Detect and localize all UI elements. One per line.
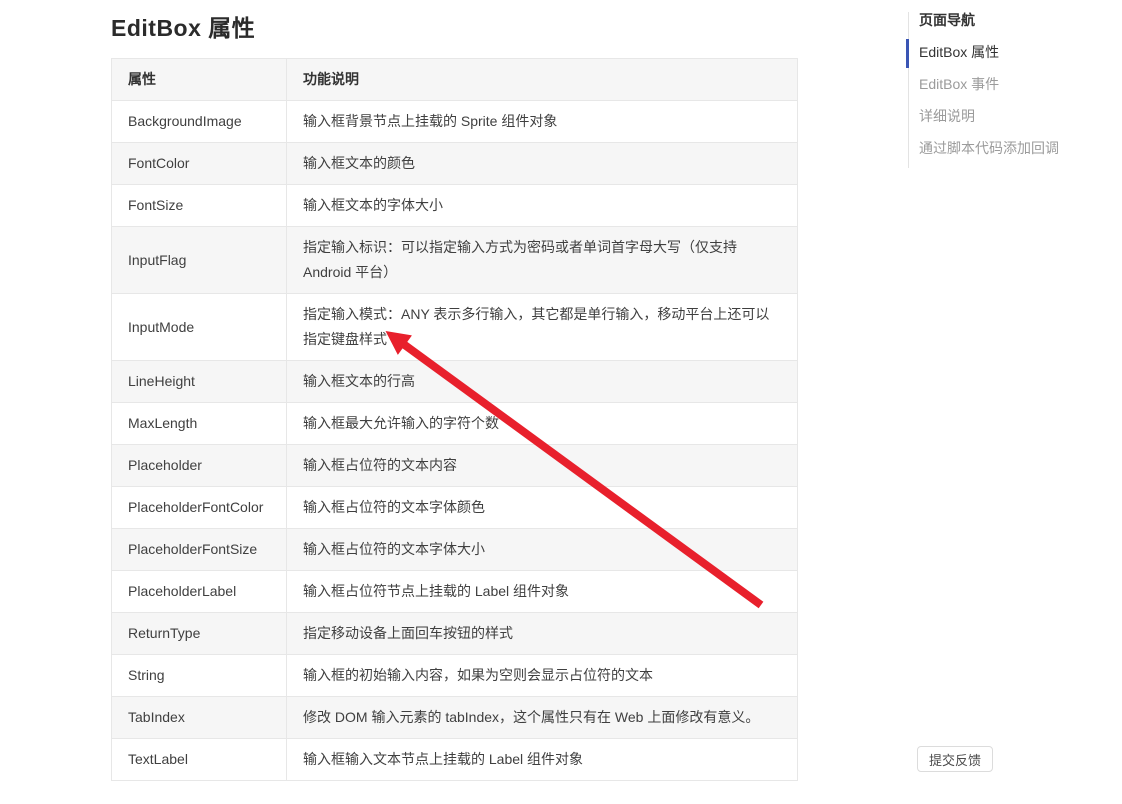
property-cell: MaxLength xyxy=(112,403,287,444)
description-cell: 输入框文本的颜色 xyxy=(287,143,797,184)
table-row: TextLabel 输入框输入文本节点上挂载的 Label 组件对象 xyxy=(112,738,797,780)
table-header-row: 属性 功能说明 xyxy=(112,59,797,100)
table-row: PlaceholderLabel 输入框占位符节点上挂载的 Label 组件对象 xyxy=(112,570,797,612)
table-row: BackgroundImage 输入框背景节点上挂载的 Sprite 组件对象 xyxy=(112,100,797,142)
page-nav: 页面导航 EditBox 属性 EditBox 事件 详细说明 通过脚本代码添加… xyxy=(919,4,1059,164)
description-cell: 输入框的初始输入内容，如果为空则会显示占位符的文本 xyxy=(287,655,797,696)
property-cell: String xyxy=(112,655,287,696)
table-row: MaxLength 输入框最大允许输入的字符个数 xyxy=(112,402,797,444)
page-title: EditBox 属性 xyxy=(111,9,255,43)
property-cell: PlaceholderFontSize xyxy=(112,529,287,570)
property-cell: BackgroundImage xyxy=(112,101,287,142)
description-cell: 输入框占位符节点上挂载的 Label 组件对象 xyxy=(287,571,797,612)
nav-item-editbox-events[interactable]: EditBox 事件 xyxy=(919,68,1059,100)
property-cell: TextLabel xyxy=(112,739,287,780)
nav-item-add-callback-via-script[interactable]: 通过脚本代码添加回调 xyxy=(919,132,1059,164)
property-cell: Placeholder xyxy=(112,445,287,486)
property-cell: PlaceholderLabel xyxy=(112,571,287,612)
table-row: InputMode 指定输入模式：ANY 表示多行输入，其它都是单行输入，移动平… xyxy=(112,293,797,360)
page-nav-divider xyxy=(908,12,909,168)
props-table: 属性 功能说明 BackgroundImage 输入框背景节点上挂载的 Spri… xyxy=(111,58,798,781)
property-cell: ReturnType xyxy=(112,613,287,654)
description-cell: 指定移动设备上面回车按钮的样式 xyxy=(287,613,797,654)
description-cell: 指定输入标识：可以指定输入方式为密码或者单词首字母大写（仅支持 Android … xyxy=(287,227,797,293)
submit-feedback-button[interactable]: 提交反馈 xyxy=(917,746,993,772)
property-cell: LineHeight xyxy=(112,361,287,402)
nav-active-indicator xyxy=(906,39,909,68)
property-cell: TabIndex xyxy=(112,697,287,738)
nav-item-detailed-description[interactable]: 详细说明 xyxy=(919,100,1059,132)
table-row: String 输入框的初始输入内容，如果为空则会显示占位符的文本 xyxy=(112,654,797,696)
description-cell: 输入框文本的行高 xyxy=(287,361,797,402)
description-cell: 输入框输入文本节点上挂载的 Label 组件对象 xyxy=(287,739,797,780)
description-cell: 输入框占位符的文本内容 xyxy=(287,445,797,486)
table-row: LineHeight 输入框文本的行高 xyxy=(112,360,797,402)
nav-item-editbox-properties[interactable]: EditBox 属性 xyxy=(919,36,1059,68)
property-cell: FontColor xyxy=(112,143,287,184)
table-row: PlaceholderFontSize 输入框占位符的文本字体大小 xyxy=(112,528,797,570)
description-cell: 修改 DOM 输入元素的 tabIndex，这个属性只有在 Web 上面修改有意… xyxy=(287,697,797,738)
description-cell: 输入框背景节点上挂载的 Sprite 组件对象 xyxy=(287,101,797,142)
table-row: PlaceholderFontColor 输入框占位符的文本字体颜色 xyxy=(112,486,797,528)
description-cell: 输入框占位符的文本字体大小 xyxy=(287,529,797,570)
table-row: InputFlag 指定输入标识：可以指定输入方式为密码或者单词首字母大写（仅支… xyxy=(112,226,797,293)
description-cell: 输入框最大允许输入的字符个数 xyxy=(287,403,797,444)
description-column-header: 功能说明 xyxy=(287,59,797,100)
description-cell: 指定输入模式：ANY 表示多行输入，其它都是单行输入，移动平台上还可以指定键盘样… xyxy=(287,294,797,360)
property-cell: PlaceholderFontColor xyxy=(112,487,287,528)
property-cell: InputFlag xyxy=(112,227,287,293)
description-cell: 输入框文本的字体大小 xyxy=(287,185,797,226)
table-row: FontSize 输入框文本的字体大小 xyxy=(112,184,797,226)
table-row: Placeholder 输入框占位符的文本内容 xyxy=(112,444,797,486)
description-cell: 输入框占位符的文本字体颜色 xyxy=(287,487,797,528)
property-cell: FontSize xyxy=(112,185,287,226)
property-column-header: 属性 xyxy=(112,59,287,100)
property-cell: InputMode xyxy=(112,294,287,360)
table-row: ReturnType 指定移动设备上面回车按钮的样式 xyxy=(112,612,797,654)
table-row: TabIndex 修改 DOM 输入元素的 tabIndex，这个属性只有在 W… xyxy=(112,696,797,738)
table-row: FontColor 输入框文本的颜色 xyxy=(112,142,797,184)
page-nav-title: 页面导航 xyxy=(919,4,1059,36)
